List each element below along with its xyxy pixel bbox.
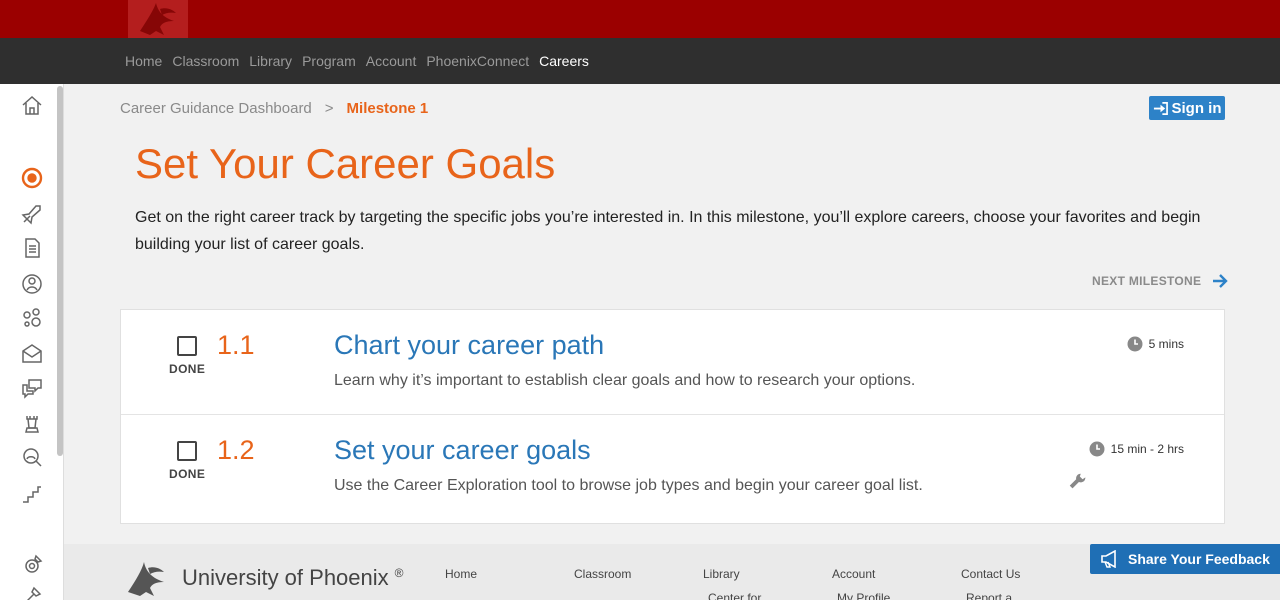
footer-link-contact[interactable]: Contact Us [961, 567, 1020, 581]
clock-icon [1127, 336, 1143, 352]
footer-sublink-library[interactable]: Center for [708, 591, 761, 600]
page-title: Set Your Career Goals [135, 140, 556, 187]
step-title-link[interactable]: Set your career goals [334, 435, 591, 466]
nav-library[interactable]: Library [249, 53, 292, 69]
step-done-label: DONE [169, 467, 206, 481]
footer-link-classroom[interactable]: Classroom [574, 567, 631, 581]
network-icon[interactable] [18, 304, 46, 332]
footer-logo[interactable]: University of Phoenix ® [124, 558, 404, 598]
step-done-checkbox[interactable] [177, 336, 197, 356]
main-nav: Home Classroom Library Program Account P… [0, 38, 1280, 84]
step-duration: 5 mins [1127, 336, 1184, 352]
nav-phoenixconnect[interactable]: PhoenixConnect [426, 53, 529, 69]
sign-in-button[interactable]: Sign in [1149, 96, 1225, 120]
phoenix-logo[interactable] [128, 0, 188, 38]
nav-program[interactable]: Program [302, 53, 356, 69]
step-item: DONE 1.2 Set your career goals Use the C… [121, 414, 1224, 523]
step-description: Learn why it’s important to establish cl… [334, 372, 916, 389]
share-feedback-button[interactable]: Share Your Feedback [1090, 544, 1280, 574]
step-done-label: DONE [169, 362, 206, 376]
step-title-link[interactable]: Chart your career path [334, 330, 604, 361]
clock-icon [1089, 441, 1105, 457]
footer-link-home[interactable]: Home [445, 567, 477, 581]
page-intro: Get on the right career track by targeti… [135, 209, 1201, 253]
mail-icon[interactable] [18, 340, 46, 368]
nav-account[interactable]: Account [366, 53, 417, 69]
sidebar [0, 84, 64, 600]
top-banner [0, 0, 1280, 38]
home-icon[interactable] [18, 92, 46, 120]
sidebar-scrollbar[interactable] [57, 86, 63, 456]
document-icon[interactable] [18, 234, 46, 262]
breadcrumb-separator: > [324, 100, 334, 117]
phoenix-bird-icon [140, 3, 176, 35]
registered-mark: ® [394, 566, 404, 580]
breadcrumb-current: Milestone 1 [346, 100, 429, 117]
breadcrumb: Career Guidance Dashboard > Milestone 1 [120, 100, 428, 117]
step-number: 1.1 [217, 330, 255, 360]
user-circle-icon[interactable] [18, 270, 46, 298]
milestone-steps: DONE 1.1 Chart your career path Learn wh… [120, 309, 1225, 524]
breadcrumb-parent[interactable]: Career Guidance Dashboard [120, 100, 312, 117]
nav-careers[interactable]: Careers [539, 53, 589, 69]
tools-icon[interactable] [18, 550, 46, 578]
tools-icon-2[interactable] [18, 582, 46, 600]
chess-rook-icon[interactable] [18, 410, 46, 438]
wrench-icon[interactable] [1067, 471, 1089, 493]
step-duration-text: 5 mins [1148, 337, 1184, 351]
rocket-icon[interactable] [18, 200, 46, 228]
footer-sublink-contact[interactable]: Report a [966, 591, 1012, 600]
stairs-icon[interactable] [18, 480, 46, 508]
step-duration-text: 15 min - 2 hrs [1110, 442, 1184, 456]
footer-link-library[interactable]: Library [703, 567, 740, 581]
next-milestone-link[interactable]: NEXT MILESTONE [1092, 272, 1229, 290]
step-number: 1.2 [217, 435, 255, 465]
footer-sublink-account[interactable]: My Profile [837, 591, 890, 600]
arrow-right-icon [1213, 274, 1229, 288]
step-description: Use the Career Exploration tool to brows… [334, 477, 923, 494]
sign-in-icon [1153, 101, 1168, 115]
step-done-checkbox[interactable] [177, 441, 197, 461]
footer-link-account[interactable]: Account [832, 567, 875, 581]
next-milestone-label: NEXT MILESTONE [1092, 274, 1202, 288]
phoenix-bird-icon [128, 562, 164, 596]
footer-logo-text: University of Phoenix [182, 565, 389, 590]
target-icon[interactable] [18, 164, 46, 192]
sign-in-label: Sign in [1171, 99, 1222, 117]
megaphone-icon [1101, 550, 1116, 568]
nav-home[interactable]: Home [125, 53, 162, 69]
search-person-icon[interactable] [18, 444, 46, 472]
chat-icon[interactable] [18, 374, 46, 402]
step-duration: 15 min - 2 hrs [1089, 441, 1184, 457]
nav-classroom[interactable]: Classroom [172, 53, 239, 69]
step-item: DONE 1.1 Chart your career path Learn wh… [121, 310, 1224, 414]
share-feedback-label: Share Your Feedback [1128, 551, 1270, 567]
